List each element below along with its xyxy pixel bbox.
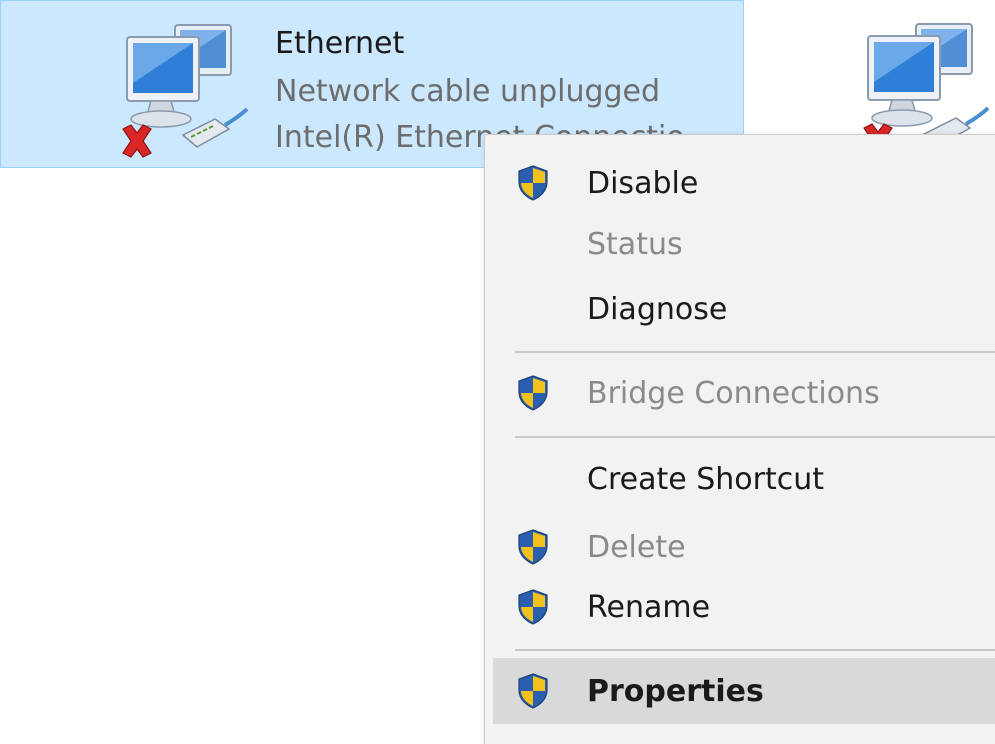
menu-item-label: Bridge Connections bbox=[587, 375, 880, 411]
menu-item-properties[interactable]: Properties bbox=[493, 658, 995, 724]
uac-shield-icon bbox=[518, 375, 548, 411]
menu-item-label: Properties bbox=[587, 673, 764, 709]
uac-shield-icon bbox=[518, 589, 548, 625]
menu-item-label: Create Shortcut bbox=[587, 461, 824, 497]
menu-separator bbox=[515, 436, 995, 438]
uac-shield-icon bbox=[518, 673, 548, 709]
uac-shield-icon bbox=[518, 529, 548, 565]
menu-item-create-shortcut[interactable]: Create Shortcut bbox=[493, 450, 995, 508]
adapter-name: Ethernet bbox=[275, 26, 405, 61]
menu-item-bridge-connections[interactable]: Bridge Connections bbox=[493, 364, 995, 422]
red-x-icon bbox=[122, 124, 152, 158]
ethernet-cable-icon bbox=[181, 107, 249, 148]
menu-separator bbox=[515, 649, 995, 651]
network-connections-view: Ethernet Network cable unplugged Intel(R… bbox=[0, 0, 995, 744]
menu-item-label: Disable bbox=[587, 165, 699, 201]
context-menu: Disable Status Diagnose Bridge Connectio… bbox=[484, 134, 995, 744]
menu-item-status[interactable]: Status bbox=[493, 215, 995, 273]
uac-shield-icon bbox=[518, 165, 548, 201]
menu-item-label: Rename bbox=[587, 589, 711, 625]
menu-separator bbox=[515, 351, 995, 353]
menu-item-label: Delete bbox=[587, 529, 686, 565]
menu-item-delete[interactable]: Delete bbox=[493, 518, 995, 576]
menu-item-disable[interactable]: Disable bbox=[493, 154, 995, 212]
menu-item-diagnose[interactable]: Diagnose bbox=[493, 280, 995, 338]
menu-item-rename[interactable]: Rename bbox=[493, 578, 995, 636]
menu-item-label: Status bbox=[587, 226, 683, 262]
menu-item-label: Diagnose bbox=[587, 291, 728, 327]
adapter-status: Network cable unplugged bbox=[275, 74, 661, 109]
